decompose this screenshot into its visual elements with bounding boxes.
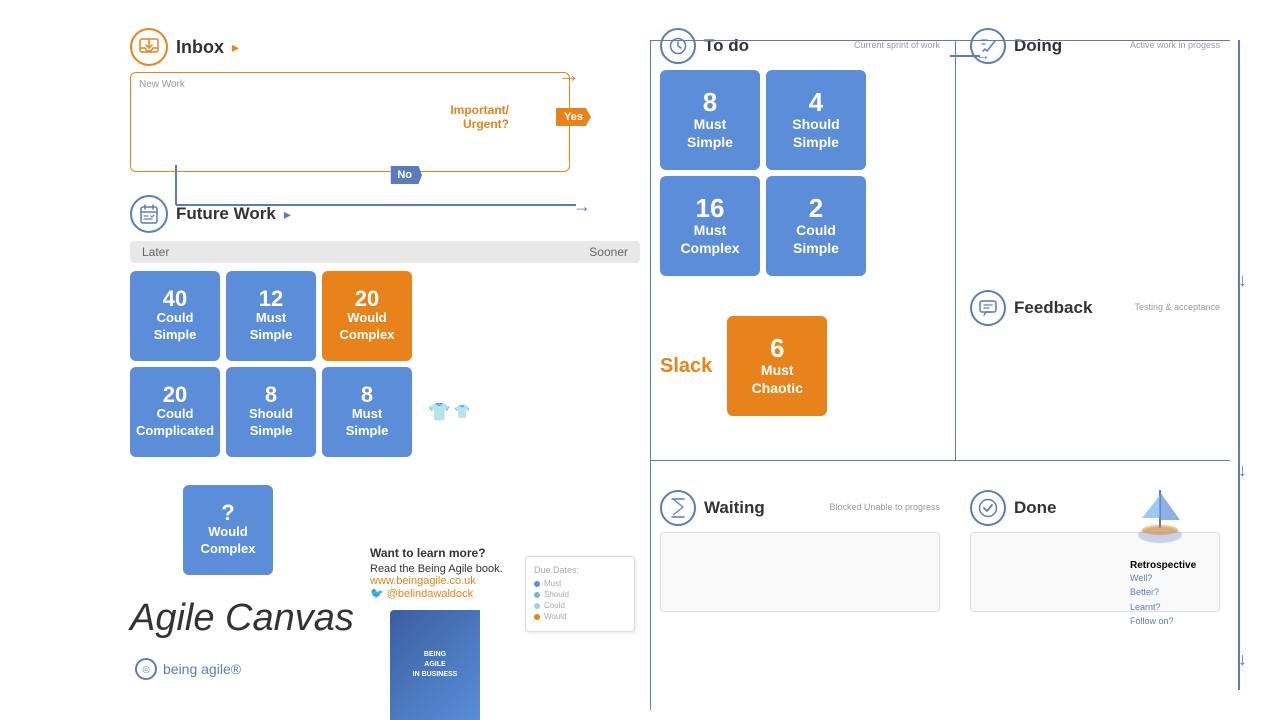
waiting-header: Waiting Blocked Unable to progress: [660, 490, 940, 526]
top-divider: [650, 40, 1230, 41]
card-8-should-simple: 8 Should Simple: [226, 367, 316, 457]
future-work-arrow: ▸: [284, 206, 291, 223]
important-urgent: Important/Urgent?: [450, 103, 509, 131]
learn-more-website[interactable]: www.beingagile.co.uk: [370, 575, 476, 587]
slack-area: Slack 6 Must Chaotic: [660, 316, 940, 416]
learn-more-twitter[interactable]: 🐦 @belindawaldock: [370, 588, 473, 600]
future-work-header: Future Work ▸: [130, 195, 640, 233]
todo-card-2-could-simple: 2 Could Simple: [766, 176, 866, 276]
tshirt-sizes: 👕 👕: [428, 367, 471, 457]
done-section: Done Retrospective Well? Better?: [970, 490, 1220, 612]
being-agile-logo: ◎ being agile®: [135, 658, 241, 680]
retro-items: Well? Better? Learnt? Follow on?: [1130, 571, 1196, 629]
done-icon: [970, 490, 1006, 526]
inbox-title: Inbox: [176, 37, 224, 58]
mid-divider: [650, 460, 1230, 461]
doing-title: Doing: [1014, 36, 1062, 56]
due-dates-title: Due Dates:: [534, 565, 626, 575]
feedback-section: Feedback Testing & acceptance: [970, 290, 1220, 332]
inbox-arrow: ▸: [232, 39, 239, 56]
right-down-arrow-2: ↓: [1238, 460, 1247, 481]
orange-right-arrow: →: [558, 62, 580, 88]
later-label: Later: [142, 245, 169, 259]
being-agile-icon: ◎: [135, 658, 157, 680]
card-8-must-simple: 8 Must Simple: [322, 367, 412, 457]
to-do-section: To do Current sprint of work 8 Must Simp…: [660, 28, 940, 416]
legend-should: Should: [534, 590, 626, 599]
todo-card-6-must-chaotic: 6 Must Chaotic: [727, 316, 827, 416]
card-20-could-complicated: 20 Could Complicated: [130, 367, 220, 457]
retro-title: Retrospective: [1130, 560, 1196, 571]
right-section: ↓ → ↓ To do Current sprint of work 8: [640, 0, 1280, 720]
flow-down-arrow: ↓: [1238, 649, 1247, 670]
waiting-section: Waiting Blocked Unable to progress: [660, 490, 940, 612]
retrospective-section: Retrospective Well? Better? Learnt? Foll…: [1130, 560, 1196, 629]
left-section: Inbox ▸ New Work Important/Urgent? Yes N…: [0, 0, 640, 720]
cards-row-2: 20 Could Complicated 8 Should Simple 8 M…: [130, 367, 640, 457]
agile-canvas: Inbox ▸ New Work Important/Urgent? Yes N…: [0, 0, 1280, 720]
done-title: Done: [1014, 498, 1057, 518]
feedback-subtitle: Testing & acceptance: [1134, 302, 1220, 314]
todo-card-4-should-simple: 4 Should Simple: [766, 70, 866, 170]
later-sooner-bar: Later Sooner: [130, 241, 640, 263]
todo-subtitle: Current sprint of work: [854, 40, 940, 52]
doing-section: Doing Active work in progess: [970, 28, 1220, 70]
due-dates-popup: Due Dates: Must Should Could: [525, 556, 635, 632]
inbox-header: Inbox ▸: [130, 28, 570, 66]
waiting-box: [660, 532, 940, 612]
learn-more-heading: Want to learn more?: [370, 546, 503, 560]
right-flow-line: [1238, 40, 1240, 690]
slack-label: Slack: [660, 355, 712, 378]
todo-title: To do: [704, 36, 749, 56]
doing-header: Doing Active work in progess: [970, 28, 1220, 64]
cards-row-1: 40 Could Simple 12 Must Simple 20 Would …: [130, 271, 640, 361]
sooner-label: Sooner: [589, 245, 628, 259]
yes-arrow: Yes: [556, 108, 591, 126]
inbox-icon: [130, 28, 168, 66]
feedback-header: Feedback Testing & acceptance: [970, 290, 1220, 326]
waiting-subtitle: Blocked Unable to progress: [829, 502, 940, 514]
sailboat-icon: [1130, 480, 1190, 555]
future-work-title: Future Work: [176, 204, 276, 224]
legend-could: Could: [534, 601, 626, 610]
feedback-icon: [970, 290, 1006, 326]
todo-card-16-must-complex: 16 Must Complex: [660, 176, 760, 276]
legend-would: Would: [534, 612, 626, 621]
no-badge: No: [387, 166, 422, 184]
waiting-icon: [660, 490, 696, 526]
todo-cards-grid: 8 Must Simple 4 Should Simple 16 Must Co…: [660, 70, 940, 276]
left-border: [650, 40, 651, 710]
learn-more-text: Read the Being Agile book.: [370, 563, 503, 575]
card-12-must-simple: 12 Must Simple: [226, 271, 316, 361]
waiting-title: Waiting: [704, 498, 765, 518]
new-work-label: New Work: [139, 79, 185, 90]
agile-canvas-title: Agile Canvas: [130, 597, 354, 640]
feedback-title: Feedback: [1014, 298, 1092, 318]
card-would-complex-bottom: ? Would Complex: [183, 485, 273, 575]
todo-card-8-must-simple: 8 Must Simple: [660, 70, 760, 170]
inbox-box: New Work Important/Urgent? Yes: [130, 72, 570, 172]
todo-icon: [660, 28, 696, 64]
inbox-area: Inbox ▸ New Work Important/Urgent? Yes N…: [130, 28, 570, 172]
book-title: BEINGAGILEIN BUSINESS: [413, 650, 458, 679]
right-down-arrow-1: ↓: [1238, 270, 1247, 291]
future-work-area: Future Work ▸ Later Sooner 40 Could Simp…: [130, 195, 640, 463]
being-agile-brand: being agile®: [163, 661, 241, 677]
todo-header: To do Current sprint of work: [660, 28, 940, 64]
card-20-would-complex: 20 Would Complex: [322, 271, 412, 361]
book-image: BEINGAGILEIN BUSINESS: [390, 610, 480, 720]
todo-doing-divider: [955, 40, 956, 460]
learn-more-section: Want to learn more? Read the Being Agile…: [370, 546, 503, 600]
doing-subtitle: Active work in progess: [1130, 40, 1220, 52]
doing-icon: [970, 28, 1006, 64]
legend-must: Must: [534, 579, 626, 588]
future-work-icon: [130, 195, 168, 233]
card-40-could-simple: 40 Could Simple: [130, 271, 220, 361]
